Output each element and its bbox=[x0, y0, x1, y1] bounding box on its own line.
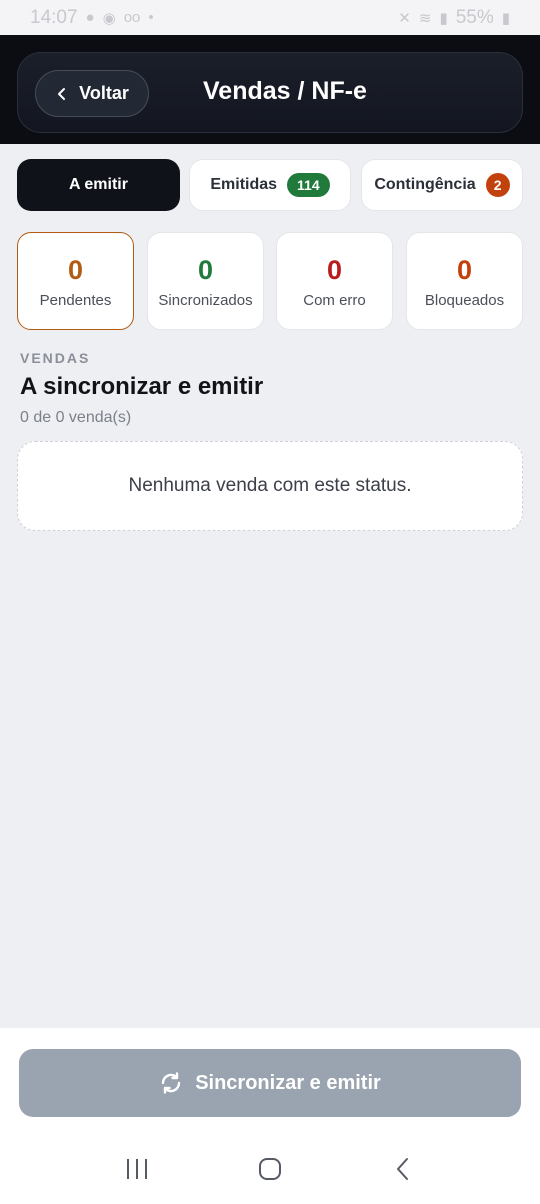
voicemail-icon: oo bbox=[123, 9, 141, 26]
status-tabs: A emitir Emitidas 114 Contingência 2 bbox=[17, 159, 523, 211]
stat-value: 0 bbox=[326, 254, 343, 285]
tab-emitidas[interactable]: Emitidas 114 bbox=[189, 159, 351, 211]
sync-icon bbox=[161, 1072, 181, 1094]
back-button[interactable]: Voltar bbox=[35, 70, 149, 117]
stat-value: 0 bbox=[456, 254, 473, 285]
status-filters: 0 Pendentes 0 Sincronizados 0 Com erro 0… bbox=[17, 232, 523, 330]
status-time: 14:07 bbox=[30, 6, 78, 28]
filter-bloqueados[interactable]: 0 Bloqueados bbox=[406, 232, 523, 330]
home-icon[interactable] bbox=[250, 1149, 290, 1189]
page-title: Vendas / NF-e bbox=[203, 77, 367, 105]
chat-icon: ● bbox=[85, 9, 95, 26]
header-card: Voltar Vendas / NF-e bbox=[17, 52, 523, 133]
empty-message: Nenhuma venda com este status. bbox=[128, 475, 412, 496]
sync-and-emit-button[interactable]: Sincronizar e emitir bbox=[19, 1049, 521, 1117]
chevron-left-icon bbox=[58, 87, 66, 100]
tab-label: A emitir bbox=[69, 176, 128, 193]
tab-contingencia[interactable]: Contingência 2 bbox=[361, 159, 523, 211]
filter-sincronizados[interactable]: 0 Sincronizados bbox=[147, 232, 264, 330]
tab-a-emitir[interactable]: A emitir bbox=[17, 159, 180, 211]
back-nav-icon[interactable] bbox=[383, 1149, 423, 1189]
empty-state: Nenhuma venda com este status. bbox=[17, 441, 523, 531]
stat-value: 0 bbox=[197, 254, 214, 285]
stat-label: Sincronizados bbox=[158, 291, 253, 309]
status-bar: 14:07 ● ◉ oo • ✕ ≋ ▮ 55% ▮ bbox=[0, 0, 540, 35]
dot-icon: • bbox=[148, 9, 154, 26]
recents-icon[interactable] bbox=[117, 1149, 157, 1189]
status-right: ✕ ≋ ▮ 55% ▮ bbox=[398, 7, 510, 29]
signal-icon: ▮ bbox=[439, 9, 448, 27]
back-label: Voltar bbox=[79, 83, 129, 103]
mute-icon: ✕ bbox=[398, 9, 411, 27]
app-header: Voltar Vendas / NF-e bbox=[0, 35, 540, 144]
tab-label: Contingência bbox=[374, 176, 476, 193]
app-screen: 14:07 ● ◉ oo • ✕ ≋ ▮ 55% ▮ Voltar Vendas… bbox=[0, 0, 540, 1204]
filter-com-erro[interactable]: 0 Com erro bbox=[276, 232, 393, 330]
contacts-icon: ◉ bbox=[102, 9, 116, 27]
section-title: A sincronizar e emitir bbox=[20, 373, 264, 400]
battery-percent: 55% bbox=[455, 6, 494, 28]
filter-pendentes[interactable]: 0 Pendentes bbox=[17, 232, 134, 330]
wifi-icon: ≋ bbox=[418, 9, 432, 27]
count-badge: 114 bbox=[287, 173, 330, 197]
stat-label: Bloqueados bbox=[424, 291, 505, 309]
stat-label: Pendentes bbox=[39, 291, 112, 309]
stat-value: 0 bbox=[67, 254, 84, 285]
system-nav-bar bbox=[0, 1134, 540, 1204]
tab-label: Emitidas bbox=[210, 176, 278, 193]
battery-icon: ▮ bbox=[501, 9, 510, 27]
section-count: 0 de 0 venda(s) bbox=[20, 409, 132, 426]
stat-label: Com erro bbox=[303, 291, 366, 309]
status-left: 14:07 ● ◉ oo • bbox=[30, 7, 154, 29]
count-badge: 2 bbox=[485, 173, 510, 197]
sync-label: Sincronizar e emitir bbox=[195, 1071, 381, 1094]
section-kicker: VENDAS bbox=[20, 350, 91, 366]
